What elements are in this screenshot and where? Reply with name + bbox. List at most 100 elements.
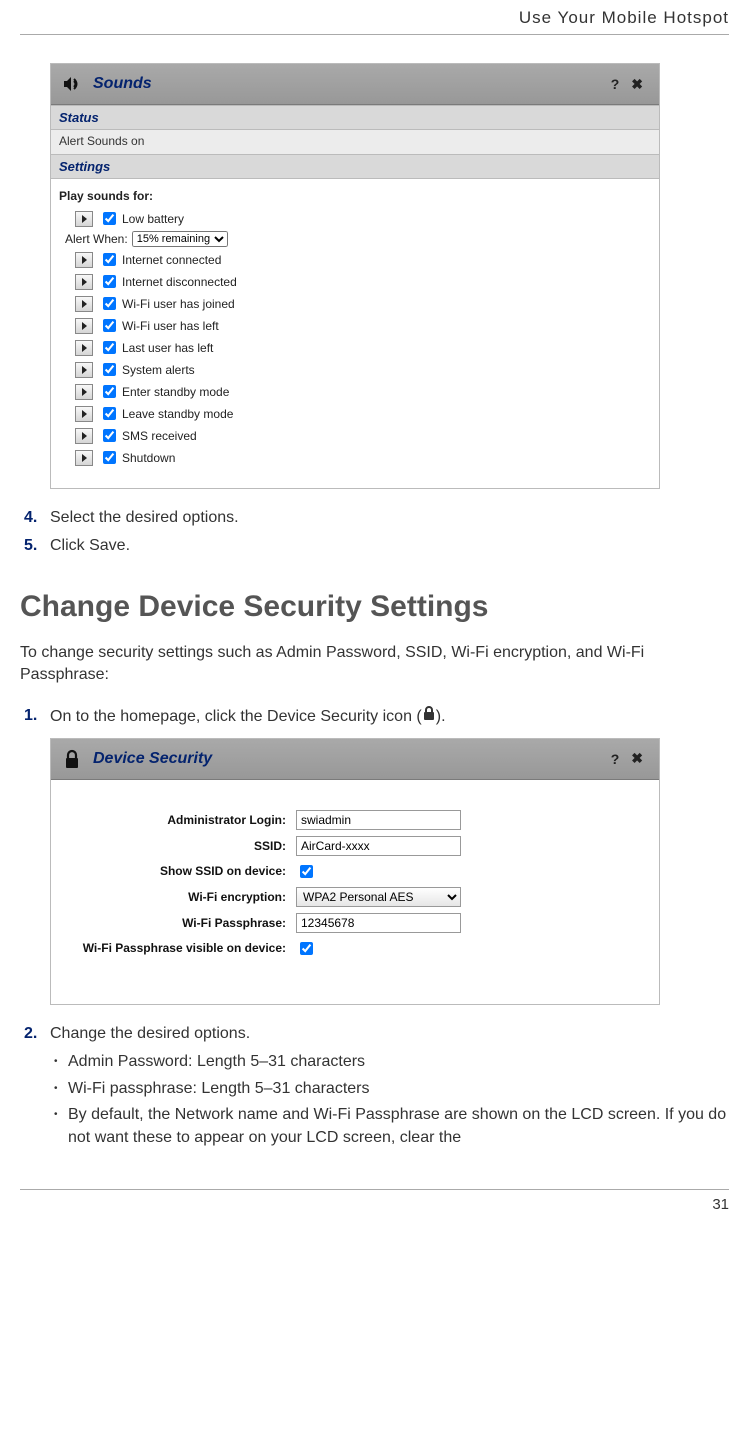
row-ssid: SSID: [61, 836, 649, 856]
sound-label: Last user has left [122, 341, 213, 355]
bullet-default-display: By default, the Network name and Wi-Fi P… [54, 1104, 729, 1149]
intro-paragraph: To change security settings such as Admi… [20, 642, 729, 687]
play-icon[interactable] [75, 362, 93, 378]
alert-when-select[interactable]: 15% remaining [132, 231, 228, 247]
bullet-wifi-passphrase: Wi-Fi passphrase: Length 5–31 characters [54, 1078, 729, 1100]
close-icon[interactable]: ✖ [625, 76, 649, 93]
sound-label: Internet connected [122, 253, 221, 267]
row-show-ssid: Show SSID on device: [61, 862, 649, 881]
input-admin-login[interactable] [296, 810, 461, 830]
section-heading: Change Device Security Settings [20, 590, 729, 624]
security-body: Administrator Login: SSID: Show SSID on … [51, 780, 659, 1004]
checkbox[interactable] [103, 407, 116, 420]
sound-row: Internet disconnected [75, 272, 651, 291]
checkbox[interactable] [103, 385, 116, 398]
sound-row: Enter standby mode [75, 382, 651, 401]
play-icon[interactable] [75, 211, 93, 227]
step-number: 1. [24, 705, 50, 728]
input-ssid[interactable] [296, 836, 461, 856]
play-icon[interactable] [75, 450, 93, 466]
sound-label: SMS received [122, 429, 197, 443]
sound-row-low-battery: Low battery [75, 209, 651, 228]
play-icon[interactable] [75, 296, 93, 312]
row-passphrase: Wi-Fi Passphrase: [61, 913, 649, 933]
play-icon[interactable] [75, 340, 93, 356]
checkbox[interactable] [103, 451, 116, 464]
page-number: 31 [20, 1196, 729, 1223]
step-text: On to the homepage, click the Device Sec… [50, 705, 729, 728]
security-title: Device Security [93, 750, 605, 768]
step-5: 5. Click Save. [24, 535, 729, 557]
step-number: 4. [24, 507, 50, 529]
bullet-icon [54, 1051, 68, 1073]
play-icon[interactable] [75, 406, 93, 422]
bullet-admin-password: Admin Password: Length 5–31 characters [54, 1051, 729, 1073]
bullet-icon [54, 1104, 68, 1149]
checkbox-passphrase-visible[interactable] [300, 942, 313, 955]
input-passphrase[interactable] [296, 913, 461, 933]
label-passphrase: Wi-Fi Passphrase: [61, 916, 296, 930]
lock-icon [422, 705, 436, 728]
close-icon[interactable]: ✖ [625, 750, 649, 767]
play-icon[interactable] [75, 252, 93, 268]
sound-label: Internet disconnected [122, 275, 237, 289]
checkbox[interactable] [103, 341, 116, 354]
step-text: Change the desired options. [50, 1023, 729, 1045]
sound-row: System alerts [75, 360, 651, 379]
help-icon[interactable]: ? [605, 76, 626, 92]
settings-body: Play sounds for: Low battery Alert When:… [51, 179, 659, 488]
checkbox[interactable] [103, 253, 116, 266]
checkbox[interactable] [103, 363, 116, 376]
checkbox[interactable] [103, 297, 116, 310]
status-text: Alert Sounds on [51, 130, 659, 154]
label-admin-login: Administrator Login: [61, 813, 296, 827]
sound-row: Internet connected [75, 250, 651, 269]
sound-label: Wi-Fi user has joined [122, 297, 235, 311]
sound-row: Wi-Fi user has left [75, 316, 651, 335]
footer-divider [20, 1189, 729, 1190]
checkbox-show-ssid[interactable] [300, 865, 313, 878]
sound-label: Shutdown [122, 451, 175, 465]
status-header: Status [51, 105, 659, 130]
sound-label: Wi-Fi user has left [122, 319, 219, 333]
checkbox[interactable] [103, 429, 116, 442]
row-admin-login: Administrator Login: [61, 810, 649, 830]
label-passphrase-visible: Wi-Fi Passphrase visible on device: [61, 941, 296, 955]
play-sounds-label: Play sounds for: [59, 189, 651, 203]
step-text: Click Save. [50, 535, 729, 557]
select-encryption[interactable]: WPA2 Personal AES [296, 887, 461, 907]
label-ssid: SSID: [61, 839, 296, 853]
label-encryption: Wi-Fi encryption: [61, 890, 296, 904]
bullet-text: Admin Password: Length 5–31 characters [68, 1051, 729, 1073]
sounds-titlebar: Sounds ? ✖ [51, 64, 659, 105]
label-show-ssid: Show SSID on device: [61, 864, 296, 878]
help-icon[interactable]: ? [605, 751, 626, 767]
alert-when-label: Alert When: [65, 232, 128, 246]
play-icon[interactable] [75, 274, 93, 290]
play-icon[interactable] [75, 384, 93, 400]
sound-label: Enter standby mode [122, 385, 229, 399]
device-security-panel: Device Security ? ✖ Administrator Login:… [50, 738, 660, 1005]
step-4: 4. Select the desired options. [24, 507, 729, 529]
step-2: 2. Change the desired options. [24, 1023, 729, 1045]
sound-row: Last user has left [75, 338, 651, 357]
checkbox-low-battery[interactable] [103, 212, 116, 225]
sound-label: System alerts [122, 363, 195, 377]
sounds-title: Sounds [93, 75, 605, 93]
step-text: Select the desired options. [50, 507, 729, 529]
sound-label: Leave standby mode [122, 407, 233, 421]
speaker-icon [61, 73, 83, 95]
row-passphrase-visible: Wi-Fi Passphrase visible on device: [61, 939, 649, 958]
checkbox[interactable] [103, 275, 116, 288]
sound-label: Low battery [122, 212, 184, 226]
sound-row: Shutdown [75, 448, 651, 467]
play-icon[interactable] [75, 318, 93, 334]
step-1: 1. On to the homepage, click the Device … [24, 705, 729, 728]
lock-icon [61, 748, 83, 770]
checkbox[interactable] [103, 319, 116, 332]
security-titlebar: Device Security ? ✖ [51, 739, 659, 780]
bullet-text: By default, the Network name and Wi-Fi P… [68, 1104, 729, 1149]
step-number: 2. [24, 1023, 50, 1045]
sounds-panel: Sounds ? ✖ Status Alert Sounds on Settin… [50, 63, 660, 489]
play-icon[interactable] [75, 428, 93, 444]
